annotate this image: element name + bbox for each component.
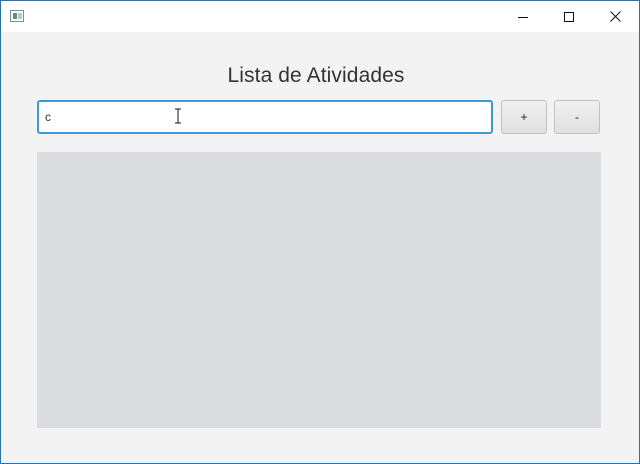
app-window: Lista de Atividades + - xyxy=(0,0,640,464)
page-title: Lista de Atividades xyxy=(227,64,405,87)
title-bar[interactable] xyxy=(1,1,639,32)
activity-list[interactable] xyxy=(37,152,601,428)
add-button[interactable]: + xyxy=(501,100,547,134)
remove-button[interactable]: - xyxy=(554,100,600,134)
main-content: Lista de Atividades + - xyxy=(1,32,639,463)
minimize-icon xyxy=(518,16,528,18)
text-cursor-icon xyxy=(175,108,181,124)
app-window-icon xyxy=(10,10,24,22)
maximize-button[interactable] xyxy=(546,1,592,32)
minimize-button[interactable] xyxy=(500,1,546,32)
maximize-icon xyxy=(564,11,574,22)
close-button[interactable] xyxy=(592,1,638,32)
task-input[interactable] xyxy=(37,100,493,134)
close-icon xyxy=(609,11,621,22)
